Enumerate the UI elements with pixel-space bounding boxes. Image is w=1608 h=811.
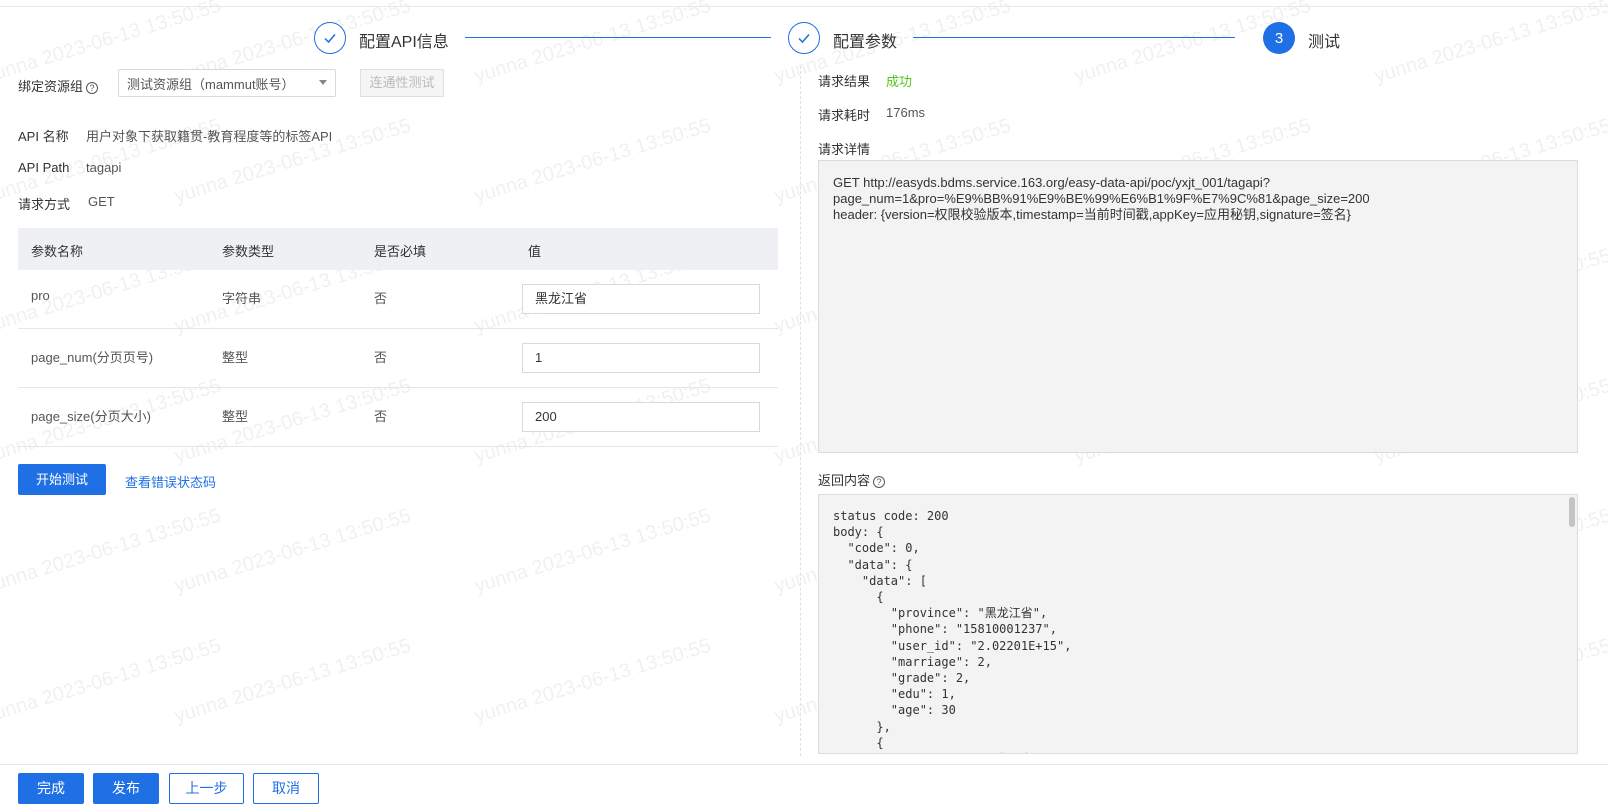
watermark-text: yunna 2023-06-13 13:50:55 [172,634,414,728]
scrollbar[interactable] [1569,497,1575,527]
api-name-value: 用户对象下获取籍贯-教育程度等的标签API [86,129,333,144]
column-header: 是否必填 [374,244,427,259]
request-detail-box: GET http://easyds.bdms.service.163.org/e… [818,160,1578,453]
watermark-text: yunna 2023-06-13 13:50:55 [172,504,414,598]
time-value: 176ms [886,105,926,120]
column-header: 值 [528,244,542,259]
step-2-label: 配置参数 [833,34,898,51]
watermark-text: yunna 2023-06-13 13:50:55 [472,114,714,208]
resource-group-label: 绑定资源组? [18,76,99,95]
param-name: page_num(分页页号) [31,350,154,365]
watermark-text: yunna 2023-06-13 13:50:55 [472,504,714,598]
param-required: 否 [374,291,388,306]
prev-step-button[interactable]: 上一步 [169,773,244,804]
watermark-text: yunna 2023-06-13 13:50:55 [0,504,224,598]
step-3-number: 3 [1263,22,1295,54]
response-content: status code: 200 body: { "code": 0, "dat… [833,509,1072,753]
param-required: 否 [374,409,388,424]
api-name-label: API 名称 [18,129,69,144]
help-icon[interactable]: ? [86,81,99,94]
api-path-label: API Path [18,160,70,175]
connectivity-test-button[interactable]: 连通性测试 [360,69,444,97]
request-header-line: header: {version=权限校验版本,timestamp=当前时间戳,… [833,207,1352,222]
param-required: 否 [374,350,388,365]
step-indicator: 配置API信息 配置参数 3 测试 [0,20,1608,56]
table-row: pro 字符串 否 黑龙江省 [18,270,778,329]
column-header: 参数名称 [31,244,84,259]
panel-divider [800,66,801,756]
param-value-input[interactable]: 200 [522,402,760,432]
table-row: page_size(分页大小) 整型 否 200 [18,388,778,447]
resource-group-selected: 测试资源组（mammut账号） [127,77,295,92]
api-path-value: tagapi [86,160,122,175]
result-status: 成功 [886,74,913,89]
request-line: GET http://easyds.bdms.service.163.org/e… [833,175,1270,190]
param-value-input[interactable]: 1 [522,343,760,373]
param-type: 字符串 [222,291,262,306]
start-test-button[interactable]: 开始测试 [18,464,106,495]
response-box[interactable]: status code: 200 body: { "code": 0, "dat… [818,494,1578,754]
step-connector [465,37,771,38]
chevron-down-icon [319,80,327,85]
column-header: 参数类型 [222,244,275,259]
param-value-input[interactable]: 黑龙江省 [522,284,760,314]
watermark-text: yunna 2023-06-13 13:50:55 [0,634,224,728]
check-icon [314,22,346,54]
cancel-button[interactable]: 取消 [253,773,319,804]
time-label: 请求耗时 [818,108,871,123]
done-button[interactable]: 完成 [18,773,84,804]
step-1-label: 配置API信息 [359,34,449,51]
method-value: GET [88,194,115,209]
request-line: page_num=1&pro=%E9%BB%91%E9%BE%99%E6%B1%… [833,191,1370,206]
view-error-codes-link[interactable]: 查看错误状态码 [125,472,216,491]
response-label: 返回内容? [818,470,886,489]
resource-group-select[interactable]: 测试资源组（mammut账号） [118,69,336,97]
param-table: 参数名称 参数类型 是否必填 值 pro 字符串 否 黑龙江省 page_num… [18,228,778,447]
publish-button[interactable]: 发布 [93,773,159,804]
method-label: 请求方式 [18,197,71,212]
param-name: pro [31,288,50,303]
table-row: page_num(分页页号) 整型 否 1 [18,329,778,388]
param-type: 整型 [222,409,249,424]
table-header: 参数名称 参数类型 是否必填 值 [18,228,778,270]
step-connector [913,37,1235,38]
help-icon[interactable]: ? [873,475,886,488]
check-icon [788,22,820,54]
param-type: 整型 [222,350,249,365]
request-detail-label: 请求详情 [818,142,871,157]
param-name: page_size(分页大小) [31,409,151,424]
step-3-label: 测试 [1308,34,1341,51]
result-label: 请求结果 [818,74,871,89]
top-border [0,6,1608,7]
footer-bar: 完成 发布 上一步 取消 [0,764,1608,811]
watermark-text: yunna 2023-06-13 13:50:55 [472,634,714,728]
